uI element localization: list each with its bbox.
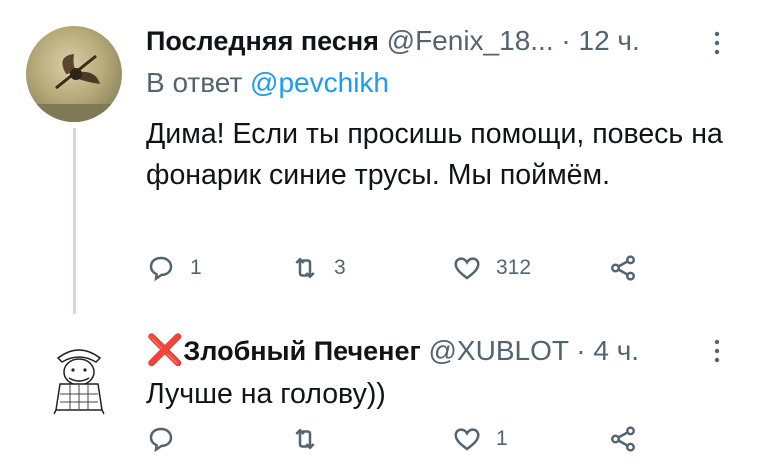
retweet-icon [295,428,315,450]
tweet-text: Лучше на голову)) [146,378,386,410]
share-button[interactable] [608,424,638,454]
avatar-image [36,54,112,122]
action-bar: 1 [146,424,706,464]
tweet[interactable]: Последняя песня @Fenix_18... · 12 ч. В о… [0,0,760,322]
separator-dot: · [561,25,571,56]
reply-icon [149,256,173,282]
user-handle[interactable]: @XUBLOT [429,335,569,366]
more-vertical-icon[interactable] [707,338,727,371]
heart-icon [454,428,480,451]
like-count: 1 [496,427,508,450]
thread-line [73,128,76,314]
timestamp[interactable]: 4 ч. [593,335,639,366]
display-name[interactable]: Последняя песня [146,26,379,56]
avatar[interactable] [26,26,122,122]
share-icon [611,426,635,452]
retweet-count: 3 [334,256,346,279]
tweet-header: ❌Злобный Печенег @XUBLOT · 4 ч. [146,334,639,368]
reply-mention-link[interactable]: @pevchikh [250,67,389,98]
user-handle[interactable]: @Fenix_18... [387,25,554,56]
separator-dot: · [576,335,586,366]
reply-icon [149,427,173,453]
like-count: 312 [496,256,532,279]
heart-icon [454,257,480,280]
retweet-button[interactable]: 3 [290,253,346,283]
display-name[interactable]: Злобный Печенег [183,336,420,366]
retweet-icon [295,257,315,279]
retweet-button[interactable] [290,424,334,454]
avatar[interactable] [36,336,122,422]
action-bar: 1 3 312 [146,253,706,293]
reply-prefix: В ответ [146,67,243,98]
reply-context: В ответ @pevchikh [146,66,389,100]
reply-button[interactable] [146,424,190,454]
reply-count: 1 [190,256,202,279]
like-button[interactable]: 1 [452,424,508,454]
timestamp[interactable]: 12 ч. [579,25,640,56]
share-button[interactable] [608,253,638,283]
more-vertical-icon[interactable] [707,30,727,63]
tweet-text: Дима! Если ты просишь помощи, повесь на … [146,118,723,191]
share-icon [611,255,635,281]
red-cross-emoji: ❌ [146,334,184,367]
avatar-image [51,349,107,419]
tweet-header: Последняя песня @Fenix_18... · 12 ч. [146,24,640,58]
reply-button[interactable]: 1 [146,253,202,283]
like-button[interactable]: 312 [452,253,531,283]
